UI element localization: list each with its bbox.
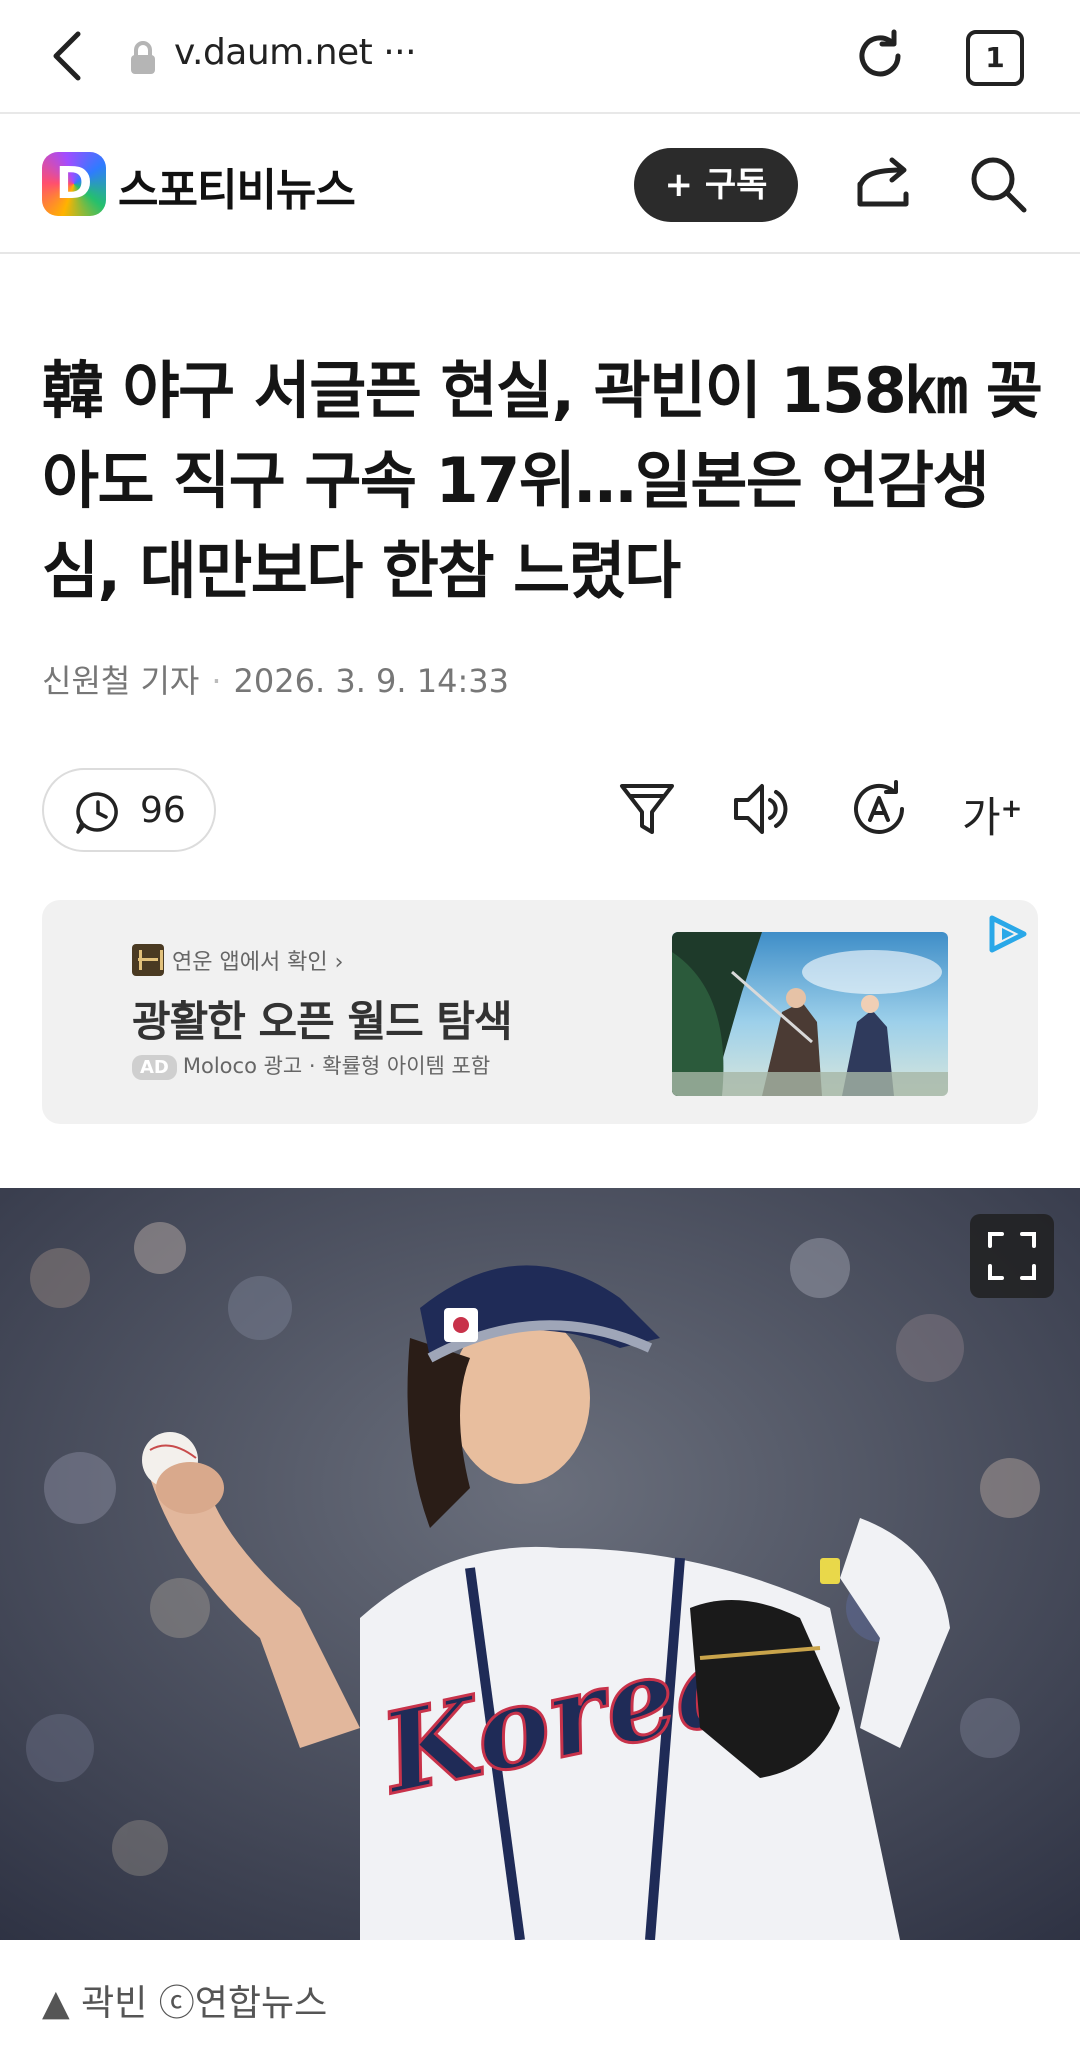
ad-game-image[interactable] [672, 932, 948, 1096]
article-title: 韓 야구 서글픈 현실, 곽빈이 158㎞ 꽂아도 직구 구속 17위…일본은 … [42, 354, 1043, 607]
browser-url-bar: v.daum.net ··· 1 [0, 0, 1080, 114]
publish-datetime: 2026. 3. 9. 14:33 [233, 662, 509, 700]
tabs-button[interactable]: 1 [966, 30, 1024, 86]
comment-count: 96 [140, 790, 186, 831]
site-header: D 스포티비뉴스 + 구독 [0, 114, 1080, 254]
ad-headline[interactable]: 광활한 오픈 월드 탐색 [132, 988, 513, 1049]
search-icon[interactable] [966, 152, 1030, 216]
font-size-icon[interactable]: 가+ [962, 778, 1024, 842]
site-logo[interactable]: D [42, 152, 106, 216]
ad-app-link[interactable]: 연운 앱에서 확인 › [172, 944, 343, 976]
ad-choice-icon[interactable] [986, 914, 1030, 954]
expand-photo-button[interactable] [970, 1214, 1054, 1298]
site-name[interactable]: 스포티비뉴스 [118, 154, 356, 218]
ad-banner[interactable]: 연운 앱에서 확인 › 광활한 오픈 월드 탐색 AD Moloco 광고 · 확… [42, 900, 1038, 1124]
byline-separator: · [211, 662, 222, 700]
reload-icon[interactable] [850, 26, 910, 86]
url-text[interactable]: v.daum.net ··· [174, 32, 417, 73]
filter-icon[interactable] [616, 778, 678, 840]
author-name[interactable]: 신원철 기자 [42, 662, 199, 700]
article-photo[interactable]: Korea [0, 1188, 1080, 1940]
comment-clock-icon [76, 792, 118, 834]
subscribe-button[interactable]: + 구독 [634, 148, 798, 222]
share-icon[interactable] [852, 154, 914, 214]
lock-icon [131, 41, 155, 74]
article-byline: 신원철 기자 · 2026. 3. 9. 14:33 [42, 656, 509, 702]
photo-caption: ▲ 곽빈 ⓒ연합뉴스 [42, 1983, 328, 2024]
fullscreen-icon [988, 1232, 1036, 1280]
ad-meta-text: Moloco 광고 · 확률형 아이템 포함 [182, 1054, 491, 1078]
pitcher-photo: Korea [0, 1188, 1080, 1940]
translate-icon[interactable] [848, 778, 910, 840]
logo-letter: D [55, 158, 93, 209]
ad-meta: AD Moloco 광고 · 확률형 아이템 포함 [132, 1050, 490, 1080]
speaker-icon[interactable] [730, 778, 792, 840]
back-icon[interactable] [42, 28, 98, 84]
comments-button[interactable]: 96 [42, 768, 216, 852]
ad-badge: AD [132, 1055, 177, 1080]
game-app-icon [132, 944, 164, 976]
font-size-label: 가 [962, 793, 1001, 842]
